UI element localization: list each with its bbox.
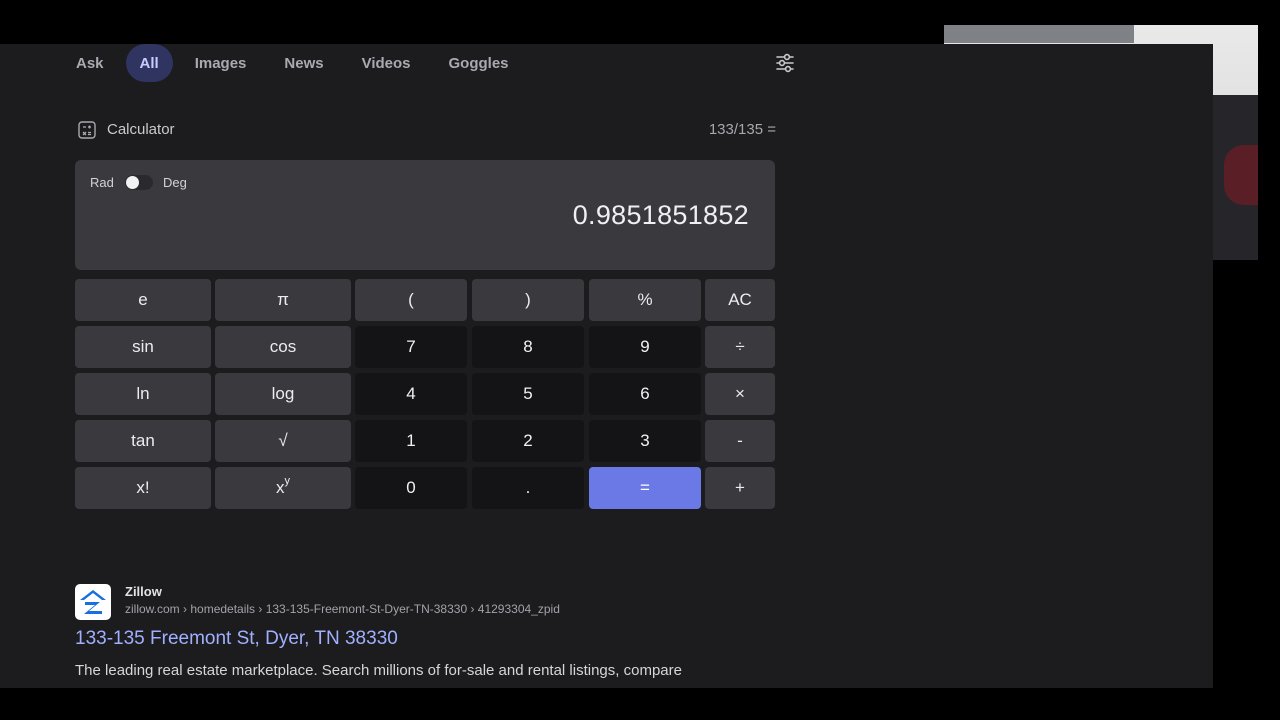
calculator-header: Calculator 133/135 = (78, 120, 776, 140)
key-6[interactable]: 6 (589, 373, 701, 415)
key-percent[interactable]: % (589, 279, 701, 321)
tab-goggles[interactable]: Goggles (433, 44, 525, 82)
tab-ask[interactable]: Ask (60, 44, 120, 82)
key-0[interactable]: 0 (355, 467, 467, 509)
key-equals[interactable]: = (589, 467, 701, 509)
webcam-cushion (1224, 145, 1258, 205)
key-8[interactable]: 8 (472, 326, 584, 368)
calculator-expression: 133/135 = (708, 121, 776, 138)
key-plus[interactable]: + (705, 467, 775, 509)
angle-mode-toggle[interactable] (125, 175, 153, 190)
mode-rad-label: Rad (90, 175, 114, 190)
result-url-breadcrumb[interactable]: zillow.com › homedetails › 133-135-Freem… (125, 602, 560, 616)
key-right-paren[interactable]: ) (472, 279, 584, 321)
key-log[interactable]: log (215, 373, 351, 415)
toggle-knob (126, 176, 139, 189)
search-results-page: Ask All Images News Videos Goggles Calcu… (0, 44, 1213, 688)
tab-news[interactable]: News (268, 44, 339, 82)
power-base: x (276, 478, 285, 497)
calculator-display: Rad Deg 0.9851851852 (75, 160, 775, 270)
mode-deg-label: Deg (163, 175, 187, 190)
result-site-name: Zillow (125, 584, 162, 599)
result-snippet: The leading real estate marketplace. Sea… (75, 662, 682, 679)
calculator-icon (78, 121, 96, 139)
key-2[interactable]: 2 (472, 420, 584, 462)
key-e[interactable]: e (75, 279, 211, 321)
tab-images[interactable]: Images (179, 44, 263, 82)
key-9[interactable]: 9 (589, 326, 701, 368)
calculator-title: Calculator (107, 121, 175, 138)
key-1[interactable]: 1 (355, 420, 467, 462)
key-3[interactable]: 3 (589, 420, 701, 462)
key-cos[interactable]: cos (215, 326, 351, 368)
power-exponent: y (284, 475, 291, 487)
key-tan[interactable]: tan (75, 420, 211, 462)
key-7[interactable]: 7 (355, 326, 467, 368)
key-divide[interactable]: ÷ (705, 326, 775, 368)
search-tabs: Ask All Images News Videos Goggles (60, 44, 531, 82)
tab-videos[interactable]: Videos (346, 44, 427, 82)
key-pi[interactable]: π (215, 279, 351, 321)
key-multiply[interactable]: × (705, 373, 775, 415)
key-power[interactable]: xy (215, 467, 351, 509)
key-sin[interactable]: sin (75, 326, 211, 368)
key-minus[interactable]: - (705, 420, 775, 462)
key-all-clear[interactable]: AC (705, 279, 775, 321)
zillow-logo-icon (75, 584, 111, 620)
sliders-icon[interactable] (775, 53, 795, 73)
tab-all[interactable]: All (125, 44, 173, 82)
key-sqrt[interactable]: √ (215, 420, 351, 462)
webcam-object (944, 25, 1134, 43)
calculator-result: 0.9851851852 (572, 200, 749, 230)
key-decimal[interactable]: . (472, 467, 584, 509)
key-5[interactable]: 5 (472, 373, 584, 415)
screen: Ask All Images News Videos Goggles Calcu… (0, 0, 1280, 720)
key-4[interactable]: 4 (355, 373, 467, 415)
result-title-link[interactable]: 133-135 Freemont St, Dyer, TN 38330 (75, 628, 398, 650)
key-ln[interactable]: ln (75, 373, 211, 415)
key-factorial[interactable]: x! (75, 467, 211, 509)
key-left-paren[interactable]: ( (355, 279, 467, 321)
